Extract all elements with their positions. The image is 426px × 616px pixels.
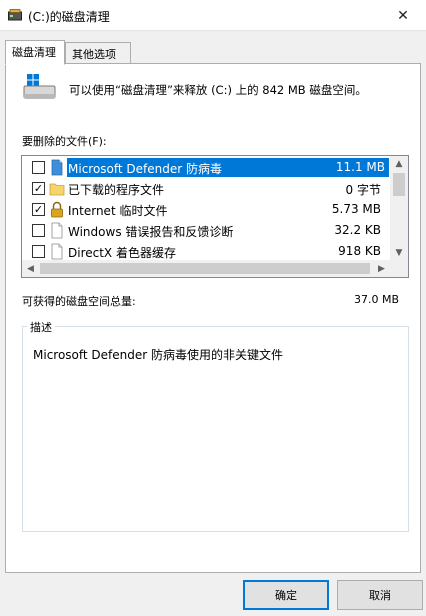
scroll-left-icon[interactable]: ◀ [22,260,39,277]
file-size: 0 字节 [345,183,381,197]
check-icon: ✓ [33,182,44,195]
description-legend: 描述 [27,319,55,335]
files-list[interactable]: Microsoft Defender 防病毒 11.1 MB ✓ 已下载的程序文… [21,155,409,278]
check-icon: ✓ [33,203,44,216]
description-text: Microsoft Defender 防病毒使用的非关键文件 [33,348,284,362]
tab-disk-cleanup[interactable]: 磁盘清理 [5,40,65,65]
checkbox[interactable]: ✓ [32,182,45,195]
disk-cleanup-app-icon [8,9,22,21]
file-size: 918 KB [338,244,381,258]
vertical-scrollbar[interactable]: ▲ ▼ [390,156,408,261]
list-item[interactable]: ✓ Internet 临时文件 5.73 MB [23,199,389,220]
list-item[interactable]: ✓ 已下载的程序文件 0 字节 [23,178,389,199]
description-group: 描述 Microsoft Defender 防病毒使用的非关键文件 [22,319,409,532]
scroll-up-icon[interactable]: ▲ [390,156,408,172]
file-name: Internet 临时文件 [68,204,168,218]
close-icon: ✕ [397,7,409,24]
files-to-delete-label: 要删除的文件(F): [22,135,107,148]
list-item[interactable]: Microsoft Defender 防病毒 11.1 MB [23,157,389,178]
window-title: (C:)的磁盘清理 [28,10,110,24]
defender-file-icon [51,159,63,176]
scroll-down-icon[interactable]: ▼ [390,245,408,261]
files-list-rows: Microsoft Defender 防病毒 11.1 MB ✓ 已下载的程序文… [23,157,389,261]
vertical-scroll-thumb[interactable] [393,173,405,196]
title-bar: (C:)的磁盘清理 ✕ [0,0,426,31]
file-name: Windows 错误报告和反馈诊断 [68,225,234,239]
cancel-button[interactable]: 取消 [337,580,423,610]
file-icon [51,222,63,239]
info-text: 可以使用“磁盘清理”来释放 (C:) 上的 842 MB 磁盘空间。 [69,83,367,97]
checkbox[interactable]: ✓ [32,203,45,216]
file-icon [51,243,63,260]
file-name: 已下载的程序文件 [68,183,165,197]
tab-more-options[interactable]: 其他选项 [65,42,131,64]
list-item[interactable]: DirectX 着色器缓存 918 KB [23,241,389,261]
checkbox[interactable] [32,224,45,237]
close-button[interactable]: ✕ [380,0,426,31]
total-space-label: 可获得的磁盘空间总量: [22,295,136,308]
lock-icon [51,201,63,218]
list-item[interactable]: Windows 错误报告和反馈诊断 32.2 KB [23,220,389,241]
total-space-value: 37.0 MB [353,293,399,306]
checkbox[interactable] [32,245,45,258]
folder-icon [49,183,65,196]
horizontal-scrollbar[interactable]: ◀ ▶ [22,260,390,277]
file-size: 11.1 MB [329,158,389,177]
ok-button[interactable]: 确定 [243,580,329,610]
scrollbar-corner [390,260,408,277]
file-name: DirectX 着色器缓存 [68,246,176,260]
horizontal-scroll-thumb[interactable] [40,263,370,274]
tab-panel: 可以使用“磁盘清理”来释放 (C:) 上的 842 MB 磁盘空间。 要删除的文… [5,63,421,573]
file-size: 5.73 MB [331,202,381,216]
drive-icon [23,74,56,99]
file-size: 32.2 KB [334,223,381,237]
checkbox[interactable] [32,161,45,174]
scroll-right-icon[interactable]: ▶ [373,260,390,277]
